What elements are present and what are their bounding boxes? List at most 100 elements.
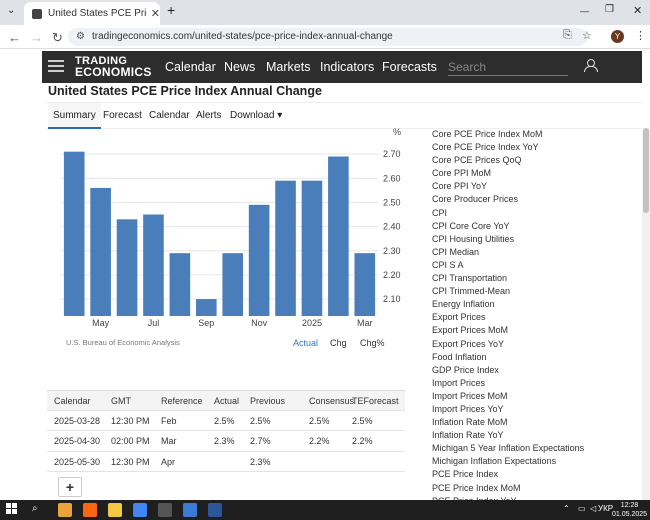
- url-bar[interactable]: ⚙ tradingeconomics.com/united-states/pce…: [68, 28, 588, 46]
- taskbar-clock[interactable]: 12:28 01.05.2025: [612, 501, 647, 519]
- chart-chgpct-button[interactable]: Chg%: [360, 338, 385, 348]
- tray-arrow-icon[interactable]: ⌃: [563, 504, 570, 513]
- y-tick-label: 2.20: [383, 270, 401, 280]
- tab-forecast[interactable]: Forecast: [103, 110, 142, 121]
- taskbar-app-icon[interactable]: [83, 503, 97, 517]
- related-link[interactable]: CPI S A: [432, 259, 612, 272]
- related-link[interactable]: Michigan 5 Year Inflation Expectations: [432, 442, 612, 455]
- tab-search-icon[interactable]: ⌄: [7, 5, 15, 16]
- related-link[interactable]: Core PCE Price Index MoM: [432, 128, 612, 141]
- related-link[interactable]: CPI: [432, 207, 612, 220]
- taskbar-app-icon[interactable]: [133, 503, 147, 517]
- window-close-button[interactable]: ✕: [633, 4, 642, 17]
- hamburger-menu-icon[interactable]: [48, 60, 64, 72]
- page-title: United States PCE Price Index Annual Cha…: [48, 84, 322, 98]
- browser-menu-icon[interactable]: ⋮: [635, 29, 646, 42]
- related-link[interactable]: Export Prices MoM: [432, 324, 612, 337]
- chart-bar: [301, 180, 323, 316]
- related-link[interactable]: Core PPI MoM: [432, 167, 612, 180]
- site-logo[interactable]: TRADING ECONOMICS: [75, 56, 152, 79]
- nav-markets[interactable]: Markets: [266, 60, 310, 74]
- profile-avatar[interactable]: Y: [611, 30, 624, 43]
- table-cell: 2.3%: [250, 456, 271, 467]
- table-cell: 2.5%: [250, 415, 271, 426]
- tab-calendar[interactable]: Calendar: [149, 110, 190, 121]
- taskbar-app-icon[interactable]: [183, 503, 197, 517]
- table-cell: 2025-05-30: [54, 456, 101, 467]
- nav-indicators[interactable]: Indicators: [320, 60, 374, 74]
- chevron-down-icon: ▾: [277, 110, 283, 121]
- related-link[interactable]: Core PCE Prices QoQ: [432, 154, 612, 167]
- related-link[interactable]: Energy Inflation: [432, 298, 612, 311]
- chart-bar: [248, 204, 270, 316]
- chart-actual-button[interactable]: Actual: [293, 338, 318, 348]
- network-icon[interactable]: ▭: [578, 504, 586, 513]
- column-header: GMT: [111, 396, 131, 406]
- table-cell: Mar: [161, 436, 177, 446]
- chart-panel: 2.70 2.60 2.50 2.40 2.30 2.20 2.10% May Jul Sep No…: [46, 128, 406, 358]
- taskbar-app-icon[interactable]: [208, 503, 222, 517]
- forward-arrow-icon[interactable]: →: [30, 30, 43, 45]
- table-cell: Feb: [161, 415, 177, 426]
- related-link[interactable]: PCE Price Index: [432, 468, 612, 481]
- related-link[interactable]: Import Prices YoY: [432, 403, 612, 416]
- y-tick-label: 2.50: [383, 197, 401, 207]
- windows-start-icon[interactable]: [6, 503, 20, 517]
- related-link[interactable]: Core PCE Price Index YoY: [432, 141, 612, 154]
- translate-icon[interactable]: ⎘: [563, 29, 572, 42]
- table-cell: 2.2%: [352, 436, 373, 446]
- taskbar-app-icon[interactable]: [158, 503, 172, 517]
- taskbar-app-icon[interactable]: [58, 503, 72, 517]
- tab-alerts[interactable]: Alerts: [196, 110, 222, 121]
- scrollbar-thumb[interactable]: [643, 128, 649, 213]
- tab-download[interactable]: Download ▾: [230, 110, 282, 121]
- minimize-button[interactable]: —: [580, 6, 589, 16]
- related-link[interactable]: Core PPI YoY: [432, 180, 612, 193]
- taskbar-app-icon[interactable]: [108, 503, 122, 517]
- bar-chart: 2.70 2.60 2.50 2.40 2.30 2.20 2.10% May Jul Sep No…: [61, 128, 401, 328]
- nav-calendar[interactable]: Calendar: [165, 60, 216, 74]
- bookmark-star-icon[interactable]: ☆: [582, 29, 592, 42]
- taskbar-search-icon[interactable]: ⌕: [32, 503, 46, 517]
- restore-button[interactable]: ❐: [605, 4, 614, 15]
- related-link[interactable]: Michigan Inflation Expectations: [432, 455, 612, 468]
- download-label: Download: [230, 110, 275, 121]
- x-tick-label: Nov: [251, 318, 268, 328]
- add-row-button[interactable]: +: [58, 477, 82, 497]
- nav-forecasts[interactable]: Forecasts: [382, 60, 437, 74]
- related-link[interactable]: CPI Median: [432, 246, 612, 259]
- tab-summary[interactable]: Summary: [48, 103, 101, 129]
- address-toolbar: ← → ↻ ⚙ tradingeconomics.com/united-stat…: [0, 25, 650, 49]
- chart-bar: [222, 253, 244, 316]
- language-indicator[interactable]: УКР: [598, 504, 613, 513]
- y-tick-label: 2.30: [383, 246, 401, 256]
- user-icon[interactable]: [584, 59, 598, 72]
- page-scrollbar[interactable]: [642, 128, 650, 500]
- back-arrow-icon[interactable]: ←: [8, 30, 21, 45]
- sub-navigation: Summary Forecast Calendar Alerts Downloa…: [46, 102, 642, 129]
- related-link[interactable]: CPI Trimmed-Mean: [432, 285, 612, 298]
- related-link[interactable]: Inflation Rate MoM: [432, 416, 612, 429]
- related-link[interactable]: Export Prices YoY: [432, 338, 612, 351]
- related-link[interactable]: PCE Price Index MoM: [432, 482, 612, 495]
- related-link[interactable]: CPI Core Core YoY: [432, 220, 612, 233]
- site-search-input[interactable]: Search: [448, 58, 568, 76]
- tab-close-icon[interactable]: ✕: [151, 7, 160, 20]
- browser-tab[interactable]: United States PCE Price Index Annual Cha…: [24, 2, 160, 25]
- chart-chg-button[interactable]: Chg: [330, 338, 347, 348]
- nav-news[interactable]: News: [224, 60, 255, 74]
- related-link[interactable]: Food Inflation: [432, 351, 612, 364]
- reload-icon[interactable]: ↻: [52, 30, 63, 46]
- related-link[interactable]: Core Producer Prices: [432, 193, 612, 206]
- related-link[interactable]: Import Prices MoM: [432, 390, 612, 403]
- new-tab-button[interactable]: +: [167, 2, 175, 18]
- related-link[interactable]: CPI Transportation: [432, 272, 612, 285]
- related-link[interactable]: Inflation Rate YoY: [432, 429, 612, 442]
- related-link[interactable]: CPI Housing Utilities: [432, 233, 612, 246]
- site-info-icon[interactable]: ⚙: [76, 28, 85, 46]
- related-link[interactable]: Import Prices: [432, 377, 612, 390]
- related-link[interactable]: GDP Price Index: [432, 364, 612, 377]
- volume-icon[interactable]: ◁: [590, 504, 596, 513]
- related-link[interactable]: Export Prices: [432, 311, 612, 324]
- calendar-table: Calendar GMT Reference Actual Previous Consen…: [47, 390, 405, 472]
